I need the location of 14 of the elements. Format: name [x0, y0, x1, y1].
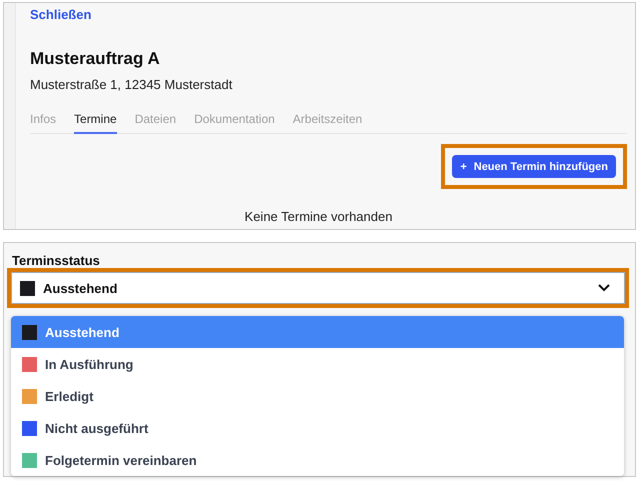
menu-option[interactable]: In Ausführung [11, 348, 624, 380]
tab[interactable]: Termine [74, 112, 117, 134]
close-link[interactable]: Schließen [30, 7, 92, 22]
field-label: Terminsstatus [12, 253, 101, 268]
order-address: Musterstraße 1, 12345 Musterstadt [30, 77, 234, 92]
menu-option[interactable]: Erledigt [11, 380, 624, 412]
chevron-down-icon [598, 284, 610, 292]
menu-option[interactable]: Nicht ausgeführt [11, 412, 624, 444]
menu-option[interactable]: Folgetermin vereinbaren [11, 444, 624, 476]
add-appointment-button[interactable]: + Neuen Termin hinzufügen [452, 155, 616, 178]
menu-option[interactable]: Ausstehend [11, 316, 624, 348]
empty-message: Keine Termine vorhanden [244, 209, 394, 224]
status-select[interactable]: Ausstehend [11, 272, 625, 304]
order-title: Musterauftrag A [30, 49, 161, 69]
